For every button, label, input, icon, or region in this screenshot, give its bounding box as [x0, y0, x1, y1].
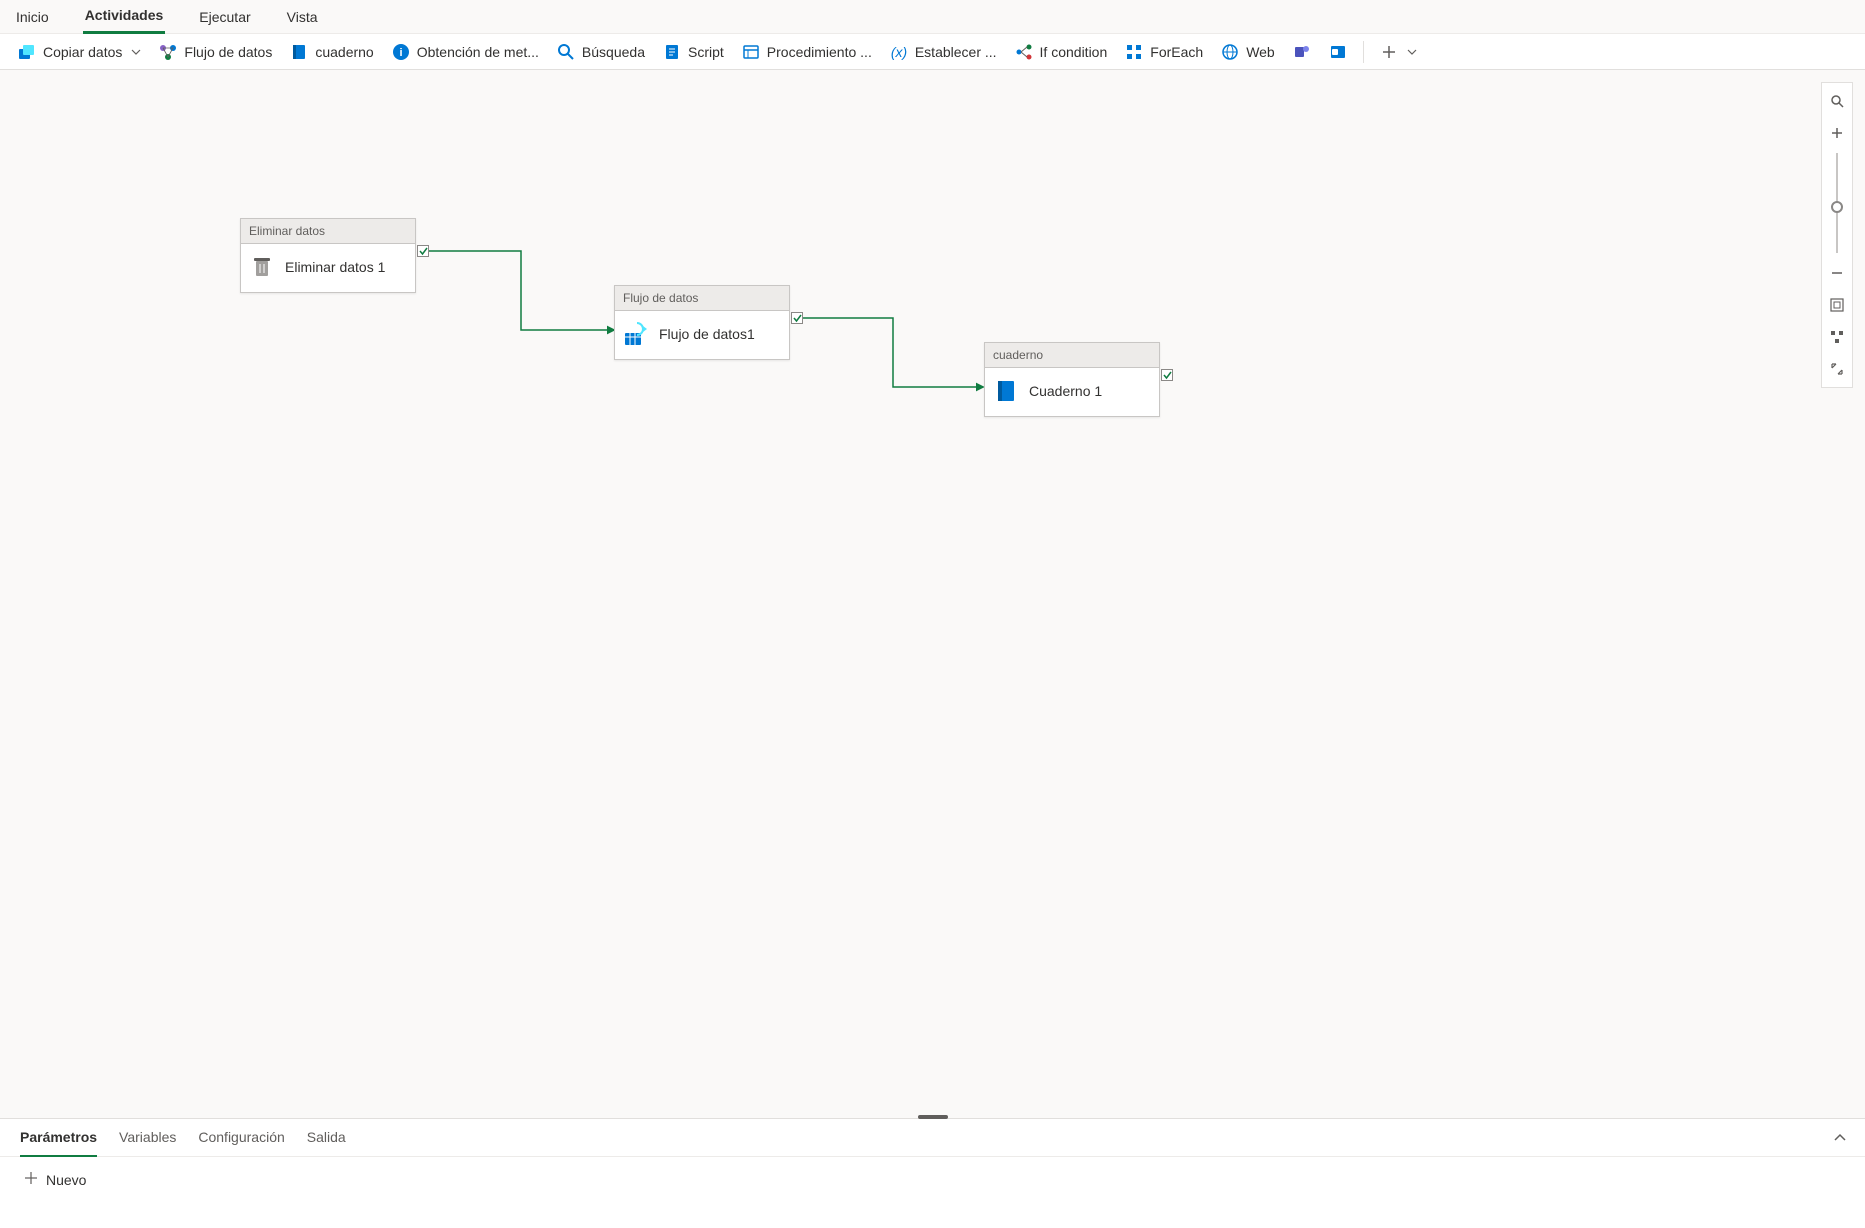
notebook-label: cuaderno — [315, 44, 373, 60]
activity-delete-data[interactable]: Eliminar datos Eliminar datos 1 — [240, 218, 416, 293]
toolbar-divider — [1363, 41, 1364, 63]
info-icon: i — [392, 43, 410, 61]
notebook-icon — [290, 43, 308, 61]
foreach-label: ForEach — [1150, 44, 1203, 60]
auto-layout-button[interactable] — [1823, 321, 1851, 353]
variable-icon: (x) — [890, 43, 908, 61]
copy-data-label: Copiar datos — [43, 44, 122, 60]
foreach-icon — [1125, 43, 1143, 61]
svg-text:i: i — [399, 47, 402, 59]
metadata-button[interactable]: i Obtención de met... — [384, 39, 547, 65]
chevron-down-icon — [1407, 44, 1417, 60]
activity-title: Flujo de datos1 — [659, 326, 755, 342]
new-parameter-label: Nuevo — [46, 1172, 86, 1188]
zoom-search-button[interactable] — [1823, 85, 1851, 117]
notebook-node-icon — [993, 378, 1019, 404]
add-activity-button[interactable] — [1372, 39, 1425, 65]
web-label: Web — [1246, 44, 1275, 60]
outlook-icon — [1329, 43, 1347, 61]
lookup-label: Búsqueda — [582, 44, 645, 60]
success-port-icon[interactable] — [1161, 369, 1173, 381]
zoom-out-button[interactable] — [1823, 257, 1851, 289]
dataflow-node-icon — [623, 321, 649, 347]
script-icon — [663, 43, 681, 61]
outlook-button[interactable] — [1321, 39, 1355, 65]
main-tabs: Inicio Actividades Ejecutar Vista — [0, 0, 1865, 34]
metadata-label: Obtención de met... — [417, 44, 539, 60]
activities-toolbar: Copiar datos Flujo de datos cuaderno i O… — [0, 34, 1865, 70]
copy-data-icon — [18, 43, 36, 61]
sproc-icon — [742, 43, 760, 61]
script-button[interactable]: Script — [655, 39, 732, 65]
sproc-button[interactable]: Procedimiento ... — [734, 39, 880, 65]
pipeline-canvas[interactable]: Eliminar datos Eliminar datos 1 Flujo de… — [0, 70, 1865, 1118]
trash-icon — [249, 254, 275, 280]
fullscreen-button[interactable] — [1823, 353, 1851, 385]
activity-type-label: cuaderno — [985, 343, 1159, 368]
panel-tab-salida[interactable]: Salida — [307, 1129, 346, 1156]
success-port-icon[interactable] — [417, 245, 429, 257]
ifcond-label: If condition — [1040, 44, 1108, 60]
activity-type-label: Eliminar datos — [241, 219, 415, 244]
teams-icon — [1293, 43, 1311, 61]
plus-icon — [24, 1171, 38, 1188]
zoom-slider[interactable] — [1836, 153, 1838, 253]
zoom-controls — [1821, 82, 1853, 388]
web-button[interactable]: Web — [1213, 39, 1283, 65]
svg-text:(x): (x) — [891, 44, 907, 60]
tab-vista[interactable]: Vista — [285, 3, 320, 33]
zoom-in-button[interactable] — [1823, 117, 1851, 149]
chevron-down-icon — [131, 44, 141, 60]
zoom-fit-button[interactable] — [1823, 289, 1851, 321]
dataflow-label: Flujo de datos — [184, 44, 272, 60]
setvar-label: Establecer ... — [915, 44, 997, 60]
panel-collapse-button[interactable] — [1833, 1131, 1847, 1148]
lookup-button[interactable]: Búsqueda — [549, 39, 653, 65]
panel-tab-parametros[interactable]: Parámetros — [20, 1129, 97, 1157]
tab-actividades[interactable]: Actividades — [83, 1, 166, 34]
notebook-button[interactable]: cuaderno — [282, 39, 381, 65]
sproc-label: Procedimiento ... — [767, 44, 872, 60]
new-parameter-button[interactable]: Nuevo — [24, 1171, 1841, 1188]
properties-panel: Parámetros Variables Configuración Salid… — [0, 1118, 1865, 1228]
success-port-icon[interactable] — [791, 312, 803, 324]
tab-inicio[interactable]: Inicio — [14, 3, 51, 33]
activity-type-label: Flujo de datos — [615, 286, 789, 311]
activity-dataflow[interactable]: Flujo de datos Flujo de datos1 — [614, 285, 790, 360]
tab-ejecutar[interactable]: Ejecutar — [197, 3, 252, 33]
globe-icon — [1221, 43, 1239, 61]
dataflow-icon — [159, 43, 177, 61]
dataflow-button[interactable]: Flujo de datos — [151, 39, 280, 65]
script-label: Script — [688, 44, 724, 60]
ifcond-icon — [1015, 43, 1033, 61]
setvar-button[interactable]: (x) Establecer ... — [882, 39, 1005, 65]
panel-resizer[interactable] — [918, 1115, 948, 1119]
activity-title: Cuaderno 1 — [1029, 383, 1102, 399]
ifcond-button[interactable]: If condition — [1007, 39, 1116, 65]
copy-data-button[interactable]: Copiar datos — [10, 39, 149, 65]
zoom-thumb[interactable] — [1831, 201, 1843, 213]
panel-tab-variables[interactable]: Variables — [119, 1129, 176, 1156]
activity-title: Eliminar datos 1 — [285, 259, 385, 275]
activity-notebook[interactable]: cuaderno Cuaderno 1 — [984, 342, 1160, 417]
teams-button[interactable] — [1285, 39, 1319, 65]
panel-tab-configuracion[interactable]: Configuración — [198, 1129, 284, 1156]
foreach-button[interactable]: ForEach — [1117, 39, 1211, 65]
search-icon — [557, 43, 575, 61]
panel-tabs: Parámetros Variables Configuración Salid… — [0, 1119, 1865, 1157]
plus-icon — [1380, 43, 1398, 61]
